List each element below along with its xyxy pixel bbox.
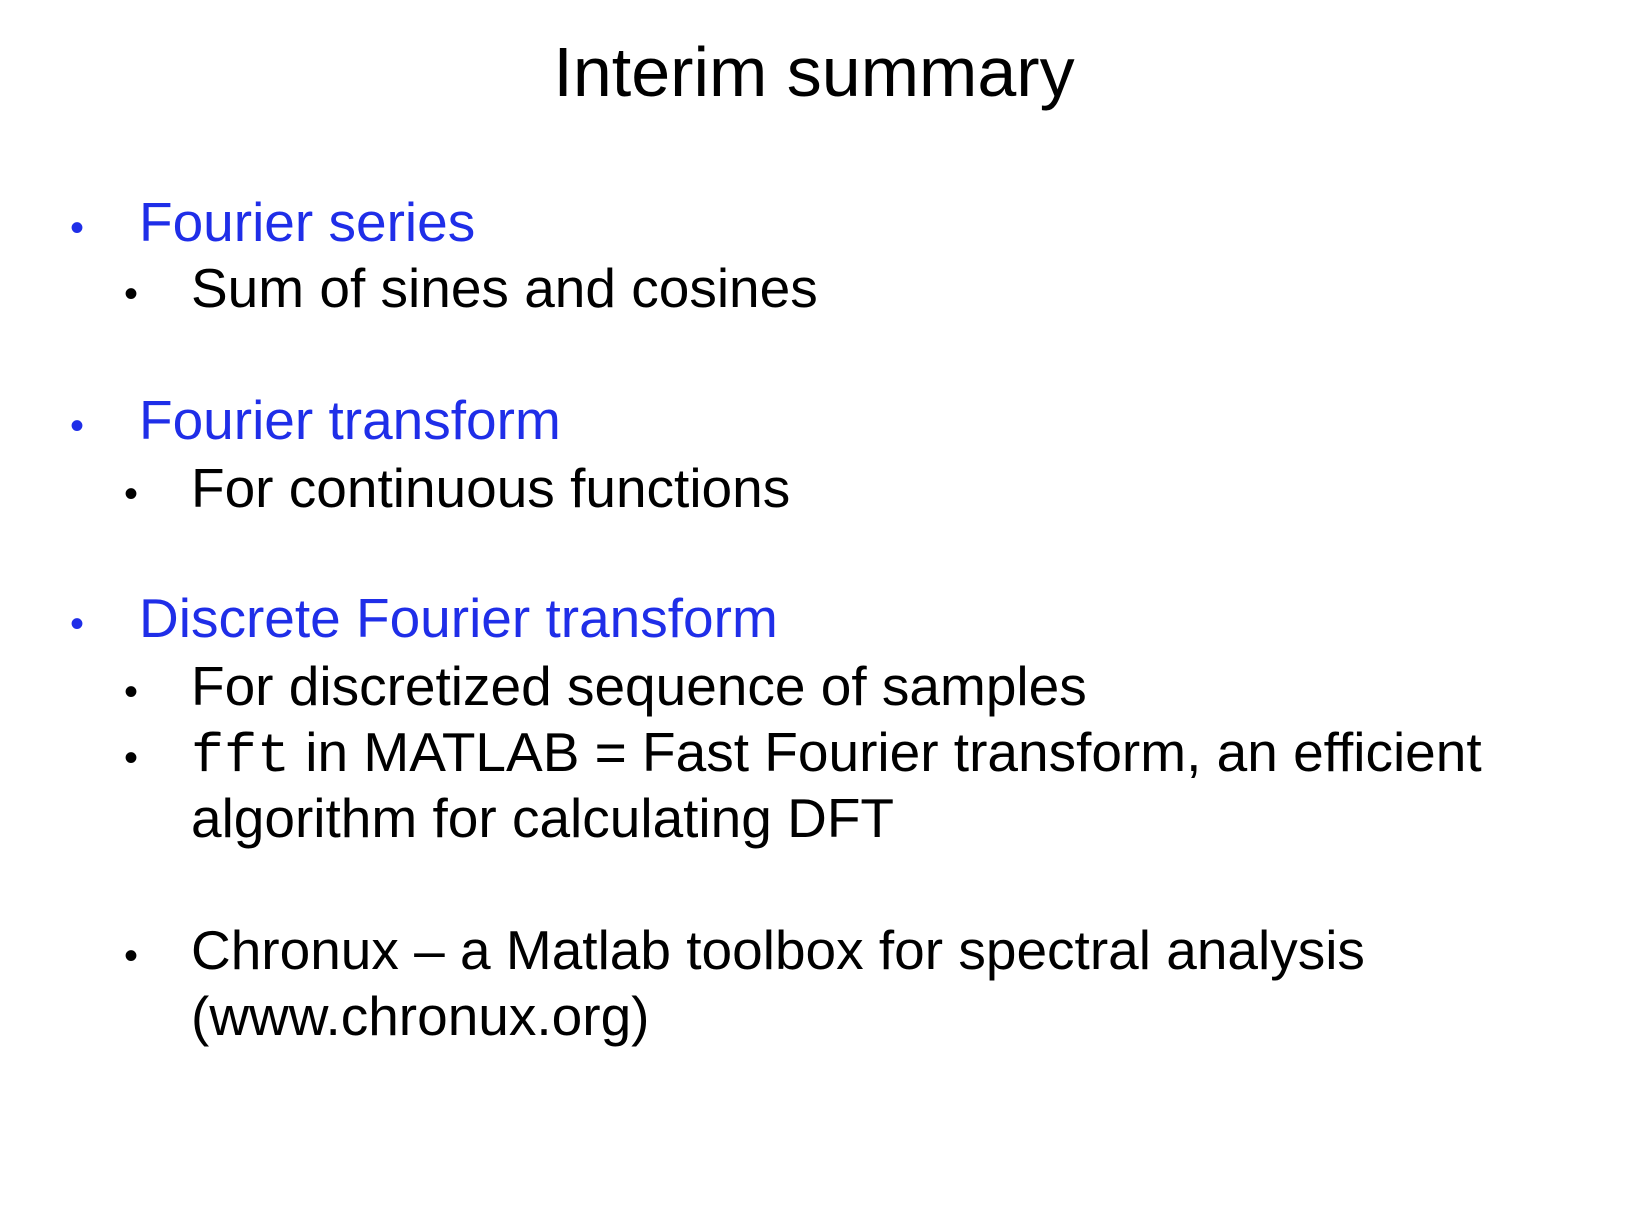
section-heading-text: Fourier transform: [139, 389, 561, 451]
bullet-icon: •: [70, 206, 85, 250]
list-item-text: For discretized sequence of samples: [191, 655, 1087, 717]
chronux-text-line1: Chronux – a Matlab toolbox for spectral …: [191, 919, 1365, 981]
list-item-text-line2: algorithm for calculating DFT: [191, 787, 895, 849]
bullet-icon: •: [70, 404, 85, 448]
bullet-icon: •: [124, 736, 139, 780]
section-heading-text: Discrete Fourier transform: [139, 587, 778, 649]
slide-title: Interim summary: [553, 33, 1075, 111]
fft-description: in MATLAB = Fast Fourier transform, an e…: [290, 721, 1482, 783]
chronux-link-text: (www.chronux.org): [191, 985, 650, 1047]
bullet-icon: •: [124, 472, 139, 516]
list-item-text-line1: fft in MATLAB = Fast Fourier transform, …: [191, 720, 1482, 789]
list-item-text: Sum of sines and cosines: [191, 257, 818, 319]
slide: Interim summary • Fourier series • Sum o…: [0, 0, 1628, 1216]
section-heading-text: Fourier series: [139, 191, 476, 253]
bullet-icon: •: [124, 934, 139, 978]
bullet-icon: •: [70, 602, 85, 646]
bullet-icon: •: [124, 670, 139, 714]
fft-code: fft: [191, 725, 291, 788]
list-item-text: For continuous functions: [191, 457, 791, 519]
bullet-icon: •: [124, 272, 139, 316]
